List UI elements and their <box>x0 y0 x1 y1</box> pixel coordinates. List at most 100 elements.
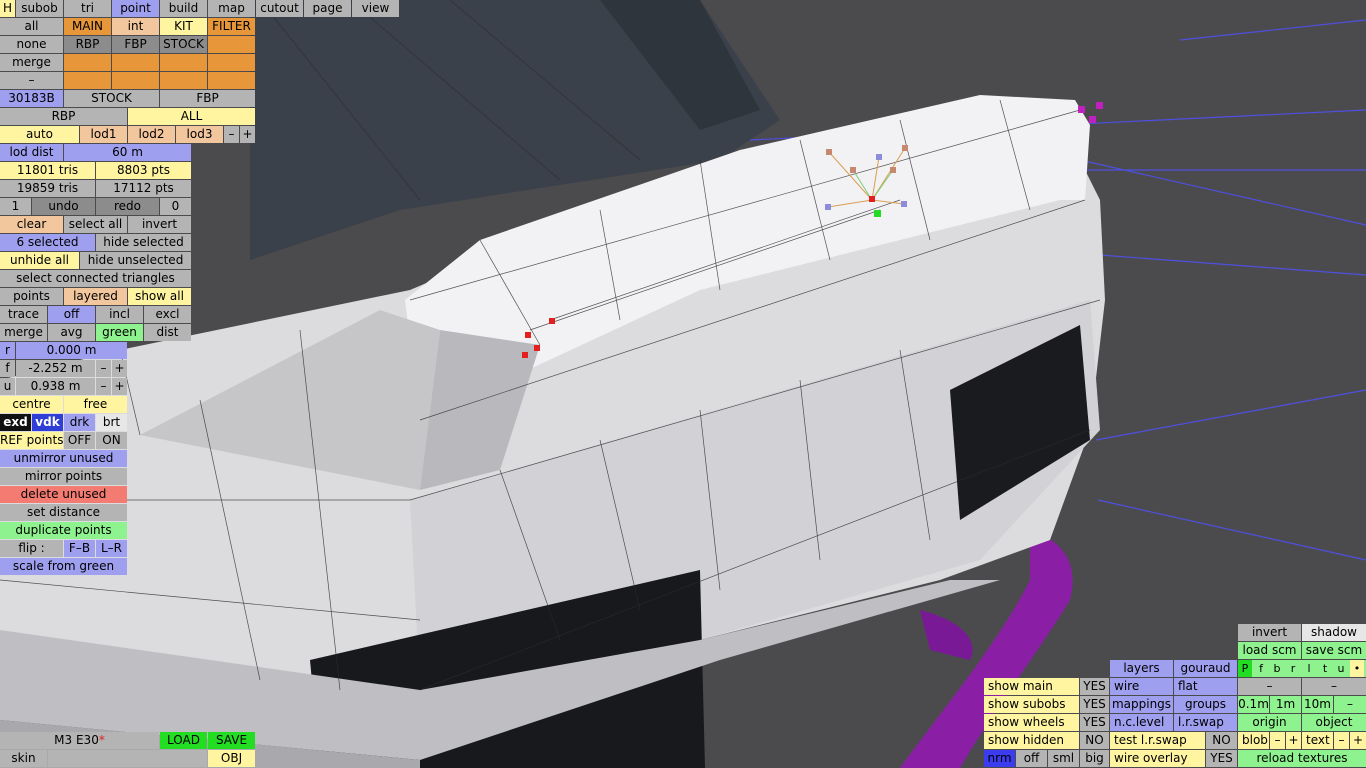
menu-point[interactable]: point <box>112 0 159 17</box>
menu-cutout[interactable]: cutout <box>256 0 303 17</box>
clear-button[interactable]: clear <box>0 216 63 233</box>
layer-check-r[interactable]: r <box>1286 660 1300 677</box>
groups-button[interactable]: groups <box>1174 696 1237 713</box>
kit-slot-3-3[interactable] <box>112 54 159 71</box>
lod-1[interactable]: lod1 <box>80 126 127 143</box>
skin-field[interactable] <box>48 750 207 767</box>
merge-green[interactable]: green <box>96 324 143 341</box>
normals-off[interactable]: off <box>1016 750 1047 767</box>
layer-check-b[interactable]: b <box>1270 660 1284 677</box>
trace-excl[interactable]: excl <box>144 306 191 323</box>
load-scm-button[interactable]: load scm <box>1238 642 1301 659</box>
shade-exd[interactable]: exd <box>0 414 31 431</box>
part-fbp[interactable]: FBP <box>160 90 255 107</box>
layered-button[interactable]: layered <box>64 288 127 305</box>
kit-slot-4-2[interactable] <box>64 72 111 89</box>
mirror-points-button[interactable]: mirror points <box>0 468 127 485</box>
save-button[interactable]: SAVE <box>208 732 255 749</box>
unhide-all-button[interactable]: unhide all <box>0 252 79 269</box>
object-button[interactable]: object <box>1302 714 1366 731</box>
kit-slot-4-5[interactable] <box>208 72 255 89</box>
lr-swap-button[interactable]: l.r.swap <box>1174 714 1237 731</box>
text-plus[interactable]: + <box>1350 732 1366 749</box>
lod-2[interactable]: lod2 <box>128 126 175 143</box>
coord-f-minus-button[interactable]: – <box>96 360 111 377</box>
trace-incl[interactable]: incl <box>96 306 143 323</box>
redo-button[interactable]: redo <box>96 198 159 215</box>
merge-avg[interactable]: avg <box>48 324 95 341</box>
menu-subob[interactable]: subob <box>16 0 63 17</box>
coord-f-plus-button[interactable]: + <box>112 360 127 377</box>
origin-button[interactable]: origin <box>1238 714 1301 731</box>
flat-button[interactable]: flat <box>1174 678 1237 695</box>
points-mode[interactable]: points <box>0 288 63 305</box>
kit-slot-3-5[interactable] <box>208 54 255 71</box>
coord-u-plus-button[interactable]: + <box>112 378 127 395</box>
gouraud-button[interactable]: gouraud <box>1174 660 1237 677</box>
blob-label[interactable]: blob <box>1238 732 1269 749</box>
obj-button[interactable]: OBJ <box>208 750 255 767</box>
kit-fbp[interactable]: FBP <box>112 36 159 53</box>
scale-from-green-button[interactable]: scale from green <box>0 558 127 575</box>
kit-slot-2-5[interactable] <box>208 36 255 53</box>
ref-points-off[interactable]: OFF <box>64 432 95 449</box>
scope-all[interactable]: ALL <box>128 108 255 125</box>
menu-tri[interactable]: tri <box>64 0 111 17</box>
normals-sml[interactable]: sml <box>1048 750 1079 767</box>
show-hidden-toggle[interactable]: NO <box>1080 732 1109 749</box>
scale-0-1m[interactable]: 0.1m <box>1238 696 1269 713</box>
invert-view-button[interactable]: invert <box>1238 624 1301 641</box>
kit-int[interactable]: int <box>112 18 159 35</box>
shade-brt[interactable]: brt <box>96 414 127 431</box>
menu-view[interactable]: view <box>352 0 399 17</box>
part-stock[interactable]: STOCK <box>64 90 159 107</box>
show-main-label[interactable]: show main <box>984 678 1079 695</box>
show-subobs-toggle[interactable]: YES <box>1080 696 1109 713</box>
normals-nrm[interactable]: nrm <box>984 750 1015 767</box>
test-lr-swap-toggle[interactable]: NO <box>1206 732 1237 749</box>
lod-3[interactable]: lod3 <box>176 126 223 143</box>
lod-dist-label[interactable]: lod dist <box>0 144 63 161</box>
flip-fb-button[interactable]: F–B <box>64 540 95 557</box>
show-all-button[interactable]: show all <box>128 288 191 305</box>
scale-10m[interactable]: 10m <box>1302 696 1333 713</box>
kit-none[interactable]: none <box>0 36 63 53</box>
wire-button[interactable]: wire <box>1110 678 1173 695</box>
kit-rbp[interactable]: RBP <box>64 36 111 53</box>
nc-level-button[interactable]: n.c.level <box>1110 714 1173 731</box>
load-button[interactable]: LOAD <box>160 732 207 749</box>
kit-slot-4-4[interactable] <box>160 72 207 89</box>
kit-main[interactable]: MAIN <box>64 18 111 35</box>
lod-auto[interactable]: auto <box>0 126 79 143</box>
menu-h[interactable]: H <box>0 0 15 17</box>
hide-unselected-button[interactable]: hide unselected <box>80 252 191 269</box>
merge-dist[interactable]: dist <box>144 324 191 341</box>
dash-button-1[interactable]: – <box>1238 678 1301 695</box>
show-hidden-label[interactable]: show hidden <box>984 732 1079 749</box>
coord-r-value[interactable]: 0.000 m <box>16 342 127 359</box>
shade-drk[interactable]: drk <box>64 414 95 431</box>
kit-kit[interactable]: KIT <box>160 18 207 35</box>
invert-button[interactable]: invert <box>128 216 191 233</box>
dash-button-2[interactable]: – <box>1302 678 1366 695</box>
shadow-button[interactable]: shadow <box>1302 624 1366 641</box>
layer-check-dot[interactable]: • <box>1350 660 1364 677</box>
lod-dist-value[interactable]: 60 m <box>64 144 191 161</box>
menu-map[interactable]: map <box>208 0 255 17</box>
centre-button[interactable]: centre <box>0 396 63 413</box>
kit-slot-4-3[interactable] <box>112 72 159 89</box>
coord-f-value[interactable]: -2.252 m <box>16 360 95 377</box>
menu-page[interactable]: page <box>304 0 351 17</box>
show-main-toggle[interactable]: YES <box>1080 678 1109 695</box>
layer-check-t[interactable]: t <box>1318 660 1332 677</box>
layer-check-p[interactable]: P <box>1238 660 1252 677</box>
menu-build[interactable]: build <box>160 0 207 17</box>
coord-u-value[interactable]: 0.938 m <box>16 378 95 395</box>
layer-check-f[interactable]: f <box>1254 660 1268 677</box>
ref-points-on[interactable]: ON <box>96 432 127 449</box>
layers-button[interactable]: layers <box>1110 660 1173 677</box>
wire-overlay-label[interactable]: wire overlay <box>1110 750 1205 767</box>
kit-dash[interactable]: – <box>0 72 63 89</box>
delete-unused-button[interactable]: delete unused <box>0 486 127 503</box>
set-distance-button[interactable]: set distance <box>0 504 127 521</box>
